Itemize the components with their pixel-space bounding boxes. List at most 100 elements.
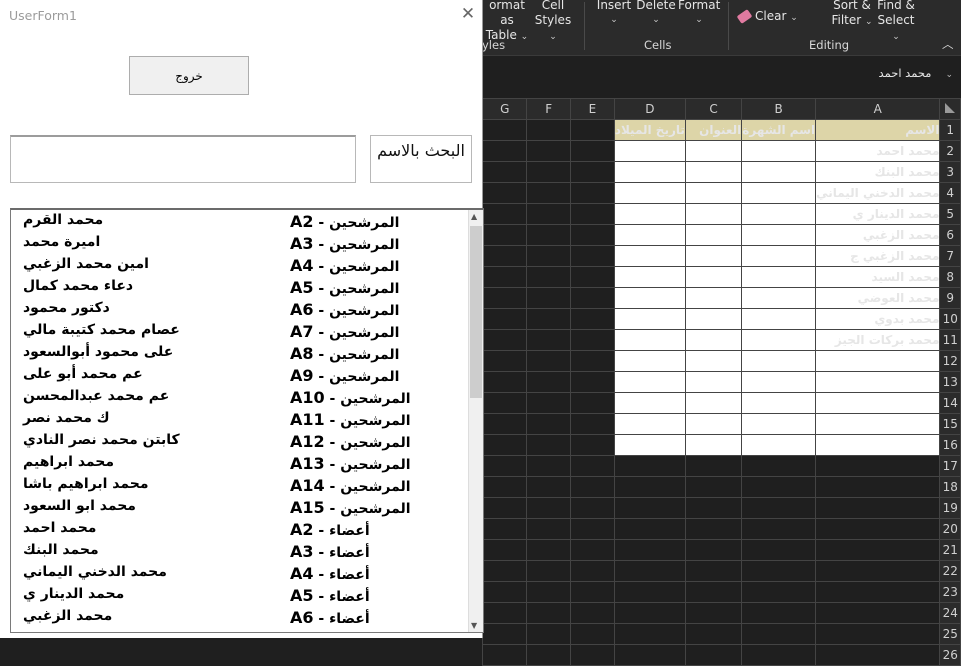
cell-f17[interactable]	[526, 455, 571, 477]
cell-g3[interactable]	[481, 161, 528, 183]
row-header[interactable]: 25	[939, 623, 961, 645]
clear-button[interactable]: Clear ⌄	[736, 9, 800, 26]
cell-e10[interactable]	[570, 308, 615, 330]
row-header[interactable]: 4	[939, 182, 961, 204]
cell-d13[interactable]	[613, 371, 686, 393]
cell-f9[interactable]	[526, 287, 571, 309]
cell-b9[interactable]	[741, 287, 817, 309]
row-header[interactable]: 1	[939, 119, 961, 141]
cell-g23[interactable]	[481, 581, 528, 603]
cell-f3[interactable]	[526, 161, 571, 183]
cell-g18[interactable]	[481, 476, 528, 498]
cell-c16[interactable]	[684, 434, 743, 456]
cell-e9[interactable]	[570, 287, 615, 309]
cell-f21[interactable]	[526, 539, 571, 561]
cell-d5[interactable]	[613, 203, 686, 225]
list-item[interactable]: محمد احمد A2 - أعضاء	[11, 520, 469, 542]
cell-g1[interactable]	[481, 119, 528, 141]
list-item[interactable]: دعاء محمد كمال A5 - المرشحين	[11, 278, 469, 300]
cell-g26[interactable]	[481, 644, 528, 666]
list-item[interactable]: كابتن محمد نصر النادي A12 - المرشحين	[11, 432, 469, 454]
cell-d7[interactable]	[613, 245, 686, 267]
cell-f14[interactable]	[526, 392, 571, 414]
cell-g24[interactable]	[481, 602, 528, 624]
cell-c3[interactable]	[684, 161, 743, 183]
cell-e18[interactable]	[570, 476, 615, 498]
cell-a4[interactable]: محمد الدخني اليماني	[815, 182, 941, 204]
row-header[interactable]: 9	[939, 287, 961, 309]
cell-g17[interactable]	[481, 455, 528, 477]
cell-d14[interactable]	[613, 392, 686, 414]
row-header[interactable]: 15	[939, 413, 961, 435]
cell-b5[interactable]	[741, 203, 817, 225]
row-header[interactable]: 7	[939, 245, 961, 267]
cell-c21[interactable]	[684, 539, 743, 561]
list-item[interactable]: محمد البنك A3 - أعضاء	[11, 542, 469, 564]
row-header[interactable]: 10	[939, 308, 961, 330]
cell-c11[interactable]	[684, 329, 743, 351]
cell-b16[interactable]	[741, 434, 817, 456]
cell-c25[interactable]	[684, 623, 743, 645]
cell-f10[interactable]	[526, 308, 571, 330]
cell-a23[interactable]	[815, 581, 941, 603]
cell-f16[interactable]	[526, 434, 571, 456]
row-header[interactable]: 16	[939, 434, 961, 456]
column-header-e[interactable]: E	[570, 98, 615, 120]
cell-c1[interactable]: العنوان	[684, 119, 743, 141]
cell-f8[interactable]	[526, 266, 571, 288]
cell-g25[interactable]	[481, 623, 528, 645]
cell-c19[interactable]	[684, 497, 743, 519]
cell-g20[interactable]	[481, 518, 528, 540]
cell-e11[interactable]	[570, 329, 615, 351]
cell-a11[interactable]: محمد بركات الجيز	[815, 329, 941, 351]
row-header[interactable]: 2	[939, 140, 961, 162]
list-item[interactable]: محمد القرم A2 - المرشحين	[11, 212, 469, 234]
cell-f18[interactable]	[526, 476, 571, 498]
row-header[interactable]: 5	[939, 203, 961, 225]
cell-d11[interactable]	[613, 329, 686, 351]
cell-g4[interactable]	[481, 182, 528, 204]
cell-e13[interactable]	[570, 371, 615, 393]
cell-g15[interactable]	[481, 413, 528, 435]
cell-c9[interactable]	[684, 287, 743, 309]
cell-b13[interactable]	[741, 371, 817, 393]
row-header[interactable]: 21	[939, 539, 961, 561]
cell-d16[interactable]	[613, 434, 686, 456]
list-item[interactable]: اميرة محمد A3 - المرشحين	[11, 234, 469, 256]
cell-d25[interactable]	[613, 623, 686, 645]
row-header[interactable]: 11	[939, 329, 961, 351]
name-box[interactable]: محمد احمد ⌄	[773, 66, 953, 86]
cell-a2[interactable]: محمد احمد	[815, 140, 941, 162]
cell-d2[interactable]	[613, 140, 686, 162]
exit-button[interactable]: خروج	[129, 56, 249, 95]
cell-c7[interactable]	[684, 245, 743, 267]
cell-f1[interactable]	[526, 119, 571, 141]
cell-c15[interactable]	[684, 413, 743, 435]
cell-f11[interactable]	[526, 329, 571, 351]
list-item[interactable]: محمد الدينار ي A5 - أعضاء	[11, 586, 469, 608]
cell-a20[interactable]	[815, 518, 941, 540]
cell-f26[interactable]	[526, 644, 571, 666]
cell-e4[interactable]	[570, 182, 615, 204]
cell-c4[interactable]	[684, 182, 743, 204]
cell-a7[interactable]: محمد الزغبي ج	[815, 245, 941, 267]
cell-a13[interactable]	[815, 371, 941, 393]
cell-e15[interactable]	[570, 413, 615, 435]
cell-f19[interactable]	[526, 497, 571, 519]
cell-e1[interactable]	[570, 119, 615, 141]
cell-b18[interactable]	[741, 476, 817, 498]
cell-a8[interactable]: محمد السيد	[815, 266, 941, 288]
column-header-a[interactable]: A	[815, 98, 941, 120]
list-item[interactable]: على محمود أبوالسعود A8 - المرشحين	[11, 344, 469, 366]
row-header[interactable]: 19	[939, 497, 961, 519]
grid-table[interactable]: A B C D E F G 1 الاسم اسم الشهرة العنوان تاريخ المي…	[481, 98, 961, 666]
cell-d26[interactable]	[613, 644, 686, 666]
row-header[interactable]: 18	[939, 476, 961, 498]
cell-d3[interactable]	[613, 161, 686, 183]
cell-a18[interactable]	[815, 476, 941, 498]
cell-b1[interactable]: اسم الشهرة	[741, 119, 817, 141]
list-item[interactable]: محمد ابراهيم A13 - المرشحين	[11, 454, 469, 476]
cell-e22[interactable]	[570, 560, 615, 582]
row-header[interactable]: 17	[939, 455, 961, 477]
list-item[interactable]: محمد الدخني اليماني A4 - أعضاء	[11, 564, 469, 586]
